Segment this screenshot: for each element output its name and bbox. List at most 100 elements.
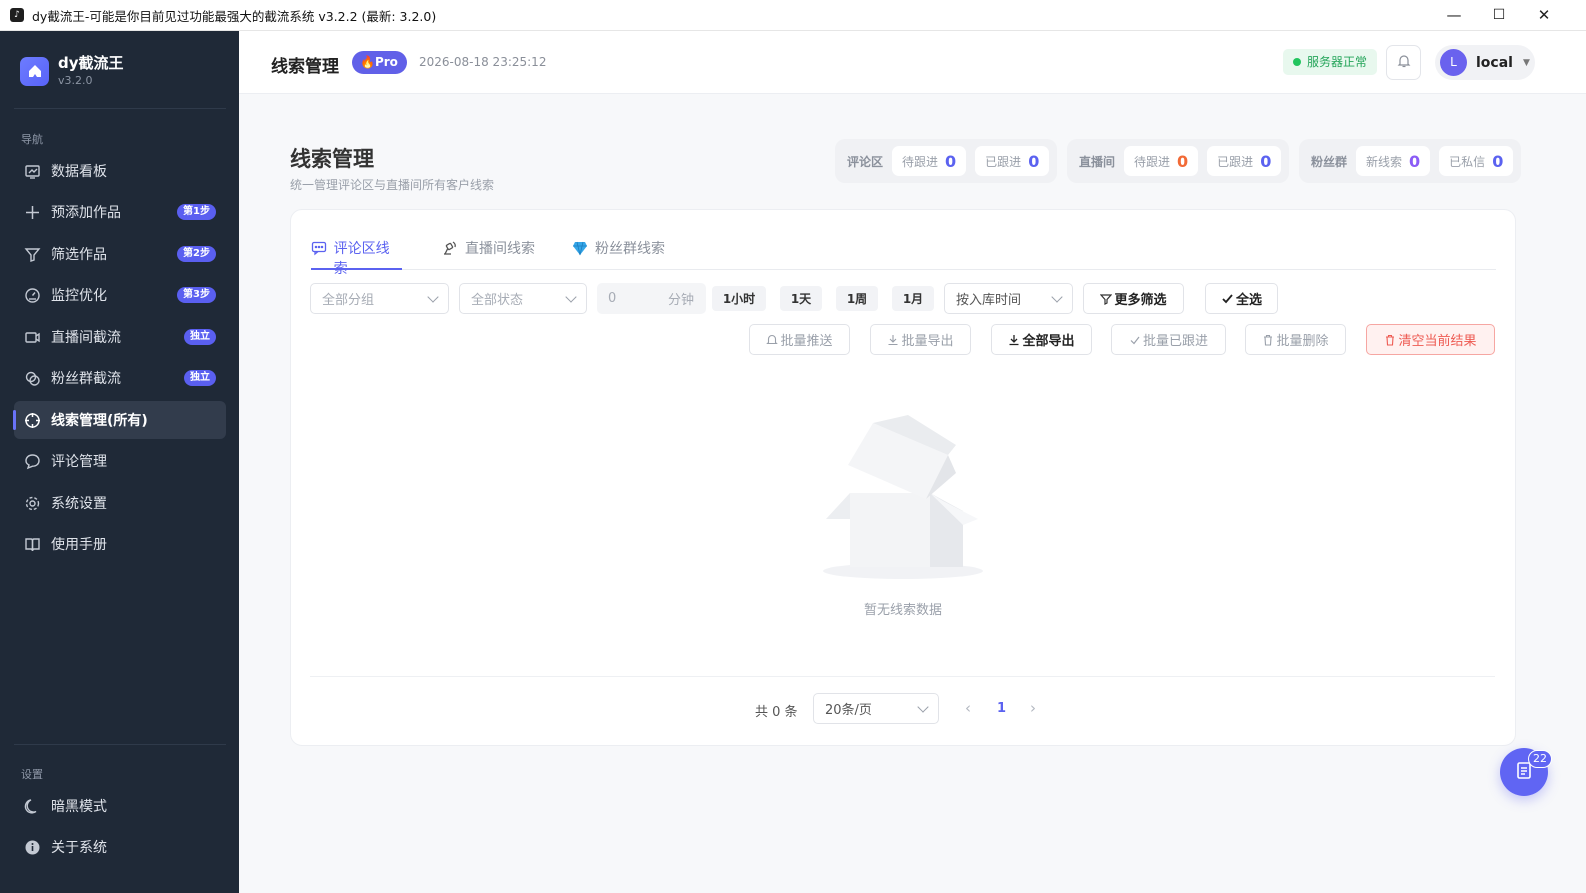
quick-range-1w[interactable]: 1周 xyxy=(836,286,878,311)
sidebar-item-filter[interactable]: 筛选作品 第2步 xyxy=(14,235,226,273)
next-page-button[interactable]: › xyxy=(1030,699,1036,717)
tab-comment-leads[interactable]: 评论区线索 xyxy=(311,238,402,277)
sidebar-item-fan-group-intercept[interactable]: 粉丝群截流 独立 xyxy=(14,359,226,397)
quick-range-1m[interactable]: 1月 xyxy=(892,286,934,311)
sidebar-item-leads[interactable]: 线索管理(所有) xyxy=(13,401,226,439)
export-all-label: 全部导出 xyxy=(1022,334,1075,349)
tab-live-leads[interactable]: 直播间线索 xyxy=(442,238,535,270)
group-select-value: 全部分组 xyxy=(322,293,375,308)
page-number-current[interactable]: 1 xyxy=(997,701,1006,716)
moon-icon xyxy=(22,798,42,815)
stat-group-label: 评论区 xyxy=(847,154,884,169)
app-icon: ♪ xyxy=(10,8,24,22)
pagination-divider xyxy=(310,676,1495,677)
maximize-button[interactable]: ☐ xyxy=(1477,0,1521,30)
batch-delete-button[interactable]: 批量删除 xyxy=(1245,324,1346,355)
broadcast-icon xyxy=(442,240,460,256)
status-select[interactable]: 全部状态 xyxy=(459,283,587,314)
chevron-down-icon xyxy=(1051,291,1063,303)
quick-range-1d[interactable]: 1天 xyxy=(780,286,822,311)
stat-group-fan: 粉丝群 新线索 0 已私信 0 xyxy=(1299,139,1522,183)
stat-chip-label: 已跟进 xyxy=(1217,154,1254,169)
settings-section-label: 设置 xyxy=(21,768,43,781)
stat-group-live: 直播间 待跟进 0 已跟进 0 xyxy=(1067,139,1290,183)
batch-followed-button[interactable]: 批量已跟进 xyxy=(1111,324,1226,355)
more-filters-label: 更多筛选 xyxy=(1114,293,1167,308)
page-size-select[interactable]: 20条/页 xyxy=(813,693,939,724)
close-button[interactable]: ✕ xyxy=(1522,0,1566,30)
comment-icon xyxy=(311,240,329,256)
window-titlebar: ♪ dy截流王-可能是你目前见过功能最强大的截流系统 v3.2.2 (最新: 3… xyxy=(0,0,1586,31)
user-menu[interactable]: L local ▼ xyxy=(1435,45,1535,80)
quick-range-1h[interactable]: 1小时 xyxy=(712,286,766,311)
sidebar-item-label: 关于系统 xyxy=(51,840,107,856)
empty-box-illustration xyxy=(823,415,983,579)
prev-page-button[interactable]: ‹ xyxy=(965,699,971,717)
stat-chip-label: 新线索 xyxy=(1366,154,1403,169)
sort-select[interactable]: 按入库时间 xyxy=(944,283,1073,314)
sidebar-item-label: 数据看板 xyxy=(51,164,107,180)
export-all-button[interactable]: 全部导出 xyxy=(991,324,1092,355)
bell-icon xyxy=(766,334,779,346)
download-icon xyxy=(887,334,899,346)
group-select[interactable]: 全部分组 xyxy=(310,283,449,314)
trash-icon xyxy=(1384,334,1396,346)
step-badge: 第1步 xyxy=(177,204,216,220)
sidebar-item-label: 筛选作品 xyxy=(51,247,107,263)
check-icon xyxy=(1129,334,1141,346)
filter-icon xyxy=(1100,293,1113,305)
batch-export-button[interactable]: 批量导出 xyxy=(870,324,971,355)
more-filters-button[interactable]: 更多筛选 xyxy=(1083,283,1184,314)
stat-chip: 待跟进 0 xyxy=(1124,146,1199,176)
sidebar-item-manual[interactable]: 使用手册 xyxy=(14,525,226,563)
status-select-value: 全部状态 xyxy=(471,293,524,308)
info-icon xyxy=(22,839,42,856)
sidebar-item-label: 评论管理 xyxy=(51,454,107,470)
sidebar-item-monitor[interactable]: 监控优化 第3步 xyxy=(14,276,226,314)
video-icon xyxy=(22,329,42,346)
clear-results-button[interactable]: 清空当前结果 xyxy=(1366,324,1495,355)
tab-label: 评论区线索 xyxy=(333,241,390,277)
sidebar-item-label: 使用手册 xyxy=(51,537,107,553)
sidebar-item-pre-add[interactable]: 预添加作品 第1步 xyxy=(14,193,226,231)
plus-icon xyxy=(22,204,42,221)
sidebar-divider xyxy=(14,744,226,745)
independent-badge: 独立 xyxy=(184,370,216,386)
sidebar-item-settings[interactable]: 系统设置 xyxy=(14,484,226,522)
stat-chip-value: 0 xyxy=(1028,151,1040,171)
bell-icon xyxy=(1397,54,1411,72)
stat-chip: 新线索 0 xyxy=(1356,146,1431,176)
stat-chip-value: 0 xyxy=(1177,151,1189,171)
batch-push-button[interactable]: 批量推送 xyxy=(749,324,850,355)
select-all-button[interactable]: 全选 xyxy=(1205,283,1278,314)
sidebar-item-about[interactable]: 关于系统 xyxy=(14,828,226,866)
brand-logo-icon xyxy=(20,56,49,86)
tab-label: 直播间线索 xyxy=(465,241,535,257)
empty-state-text: 暂无线索数据 xyxy=(863,603,942,618)
tab-fan-group-leads[interactable]: 粉丝群线索 xyxy=(572,238,665,270)
brand[interactable]: dy截流王 v3.2.0 xyxy=(20,55,124,87)
minutes-input[interactable]: 0 分钟 xyxy=(597,283,706,314)
gauge-icon xyxy=(22,287,42,304)
stat-group-label: 直播间 xyxy=(1079,154,1116,169)
stat-chip-value: 0 xyxy=(1409,151,1421,171)
pro-label: Pro xyxy=(374,55,398,69)
sidebar-item-comments[interactable]: 评论管理 xyxy=(14,442,226,480)
window-title: dy截流王-可能是你目前见过功能最强大的截流系统 v3.2.2 (最新: 3.2… xyxy=(32,8,437,24)
sidebar-item-dashboard[interactable]: 数据看板 xyxy=(14,152,226,190)
notification-button[interactable] xyxy=(1386,45,1421,80)
page-title: 线索管理 xyxy=(290,147,374,171)
sidebar-item-live-intercept[interactable]: 直播间截流 独立 xyxy=(14,318,226,356)
link-icon xyxy=(22,370,42,387)
sidebar-item-dark-mode[interactable]: 暗黑模式 xyxy=(14,787,226,825)
batch-push-label: 批量推送 xyxy=(780,334,833,349)
pagination-total: 共 0 条 xyxy=(755,705,798,720)
minimize-button[interactable]: — xyxy=(1432,0,1476,30)
stat-chip-label: 待跟进 xyxy=(1134,154,1171,169)
batch-delete-label: 批量删除 xyxy=(1276,334,1329,349)
step-badge: 第2步 xyxy=(177,246,216,262)
brand-version: v3.2.0 xyxy=(58,74,93,87)
top-header: 线索管理 🔥Pro 2026-08-18 23:25:12 服务器正常 L lo… xyxy=(239,31,1586,94)
diamond-icon xyxy=(572,240,590,256)
sidebar-divider xyxy=(14,108,226,109)
